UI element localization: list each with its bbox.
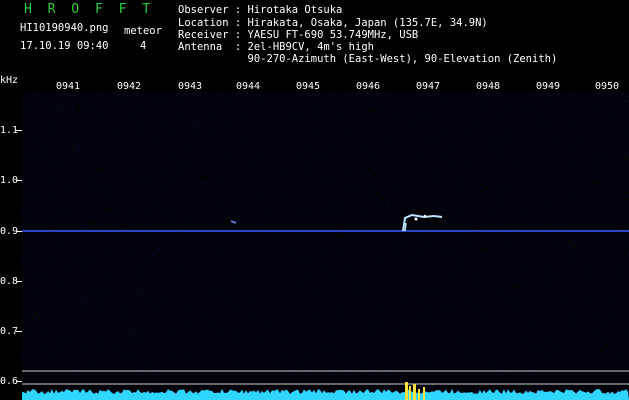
x-tick-0943: 0943 bbox=[178, 81, 203, 92]
x-tick-0948: 0948 bbox=[476, 81, 501, 92]
x-tick-0950: 0950 bbox=[595, 81, 620, 92]
x-tick-0942: 0942 bbox=[117, 81, 142, 92]
spectrogram-plot bbox=[22, 92, 629, 400]
meteor-count: 4 bbox=[140, 40, 147, 52]
y-axis-unit: kHz bbox=[0, 75, 19, 86]
meteor-label: meteor bbox=[124, 25, 162, 37]
x-tick-0946: 0946 bbox=[356, 81, 381, 92]
x-tick-0947: 0947 bbox=[416, 81, 441, 92]
x-tick-0941: 0941 bbox=[56, 81, 81, 92]
app-brand: H R O F F T bbox=[24, 2, 155, 17]
y-tick-0.9: 0.9 bbox=[0, 226, 19, 237]
filename: HI10190940.png bbox=[20, 22, 109, 34]
x-tick-0949: 0949 bbox=[536, 81, 561, 92]
x-tick-0944: 0944 bbox=[236, 81, 261, 92]
y-tick-0.7: 0.7 bbox=[0, 326, 19, 337]
meteor-echo bbox=[402, 213, 443, 232]
signal-level-baseline bbox=[22, 389, 629, 400]
timestamp: 17.10.19 09:40 bbox=[20, 40, 109, 52]
y-tick-0.6: 0.6 bbox=[0, 376, 19, 387]
y-tick-1.1: 1.1 bbox=[0, 125, 19, 136]
observer-line: Observer : Hirotaka Otsuka bbox=[178, 4, 343, 16]
y-tick-0.8: 0.8 bbox=[0, 276, 19, 287]
x-tick-0945: 0945 bbox=[296, 81, 321, 92]
background-noise bbox=[22, 92, 629, 373]
y-tick-1.0: 1.0 bbox=[0, 175, 19, 186]
antenna-orientation-line: 90-270-Azimuth (East-West), 90-Elevation… bbox=[178, 53, 558, 65]
small-echo bbox=[230, 220, 237, 224]
